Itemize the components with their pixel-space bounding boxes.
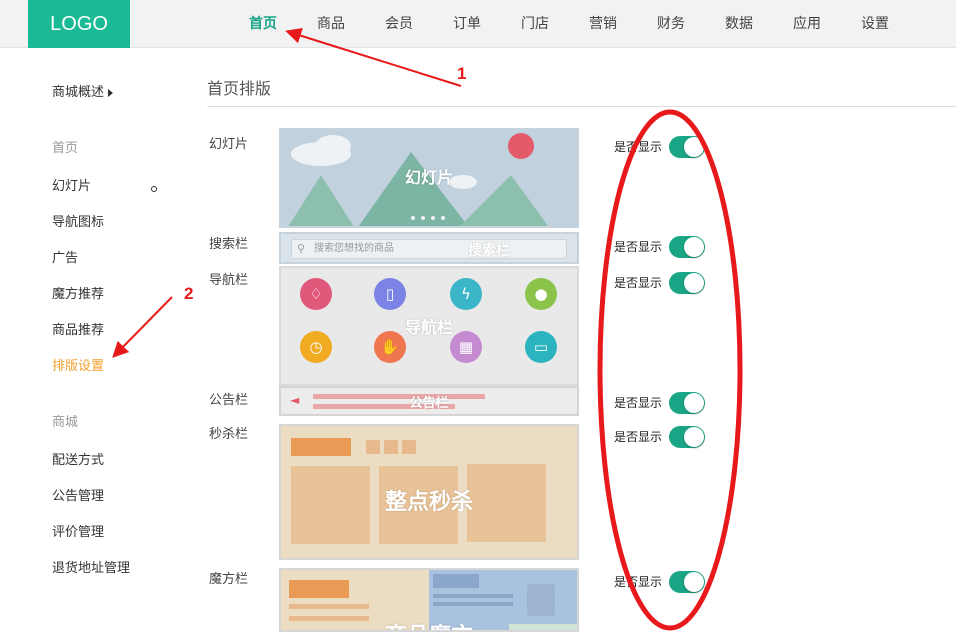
sidebar-item-return-address[interactable]: 退货地址管理: [52, 557, 130, 576]
top-navbar: LOGO 首页 商品 会员 订单 门店 营销 财务 数据 应用 设置: [0, 0, 956, 48]
sidebar-group-home: 首页: [52, 141, 79, 156]
sidebar-item-notices[interactable]: 公告管理: [52, 485, 104, 504]
countdown-block: [402, 440, 416, 454]
nav-orders[interactable]: 订单: [433, 0, 501, 48]
countdown-block: [366, 440, 380, 454]
nav-apps[interactable]: 应用: [773, 0, 841, 48]
search-preview-label: 搜索栏: [468, 243, 510, 259]
slide-preview-label: 幻灯片: [404, 168, 453, 187]
sidebar-item-slides[interactable]: 幻灯片: [52, 175, 91, 194]
magic-line: [289, 604, 369, 609]
seckill-preview-label: 整点秒杀: [384, 490, 473, 515]
sidebar-item-magic-recommend[interactable]: 魔方推荐: [52, 283, 104, 302]
show-label-slide: 是否显示: [614, 140, 663, 154]
apple-icon: ●: [525, 278, 557, 310]
seckill-title-block: [291, 438, 351, 456]
search-preview: ⚲ 搜索您想找的商品 搜索栏: [279, 232, 579, 264]
row-label-slide: 幻灯片: [209, 137, 249, 152]
phone-icon: ▯: [374, 278, 406, 310]
annotation-marker-2: 2: [184, 284, 194, 303]
toggle-search[interactable]: [669, 236, 705, 258]
magic-preview: 商品魔方: [279, 568, 579, 632]
nav-members[interactable]: 会员: [365, 0, 433, 48]
show-label-nav: 是否显示: [614, 276, 663, 290]
sidebar-item-reviews[interactable]: 评价管理: [52, 521, 104, 540]
magic-image-line: [433, 602, 513, 606]
slide-preview: 幻灯片: [279, 128, 579, 228]
page-title: 首页排版: [207, 79, 272, 98]
nav-home[interactable]: 首页: [229, 0, 297, 48]
magic-title-block: [289, 580, 349, 598]
nav-goods[interactable]: 商品: [297, 0, 365, 48]
cursor-dot: [151, 186, 157, 192]
sidebar-item-ads[interactable]: 广告: [52, 247, 78, 266]
lightning-icon: ϟ: [450, 278, 482, 310]
toggle-seckill[interactable]: [669, 426, 705, 448]
sidebar-item-delivery[interactable]: 配送方式: [52, 449, 104, 468]
divider: [207, 106, 956, 107]
toggle-magic[interactable]: [669, 571, 705, 593]
sidebar-item-overview[interactable]: 商城概述: [52, 81, 114, 100]
search-icon: ⚲: [297, 242, 306, 255]
sidebar-item-nav-icons[interactable]: 导航图标: [52, 211, 104, 230]
sidebar-item-label: 商城概述: [52, 85, 105, 100]
notice-preview-label: 公告栏: [409, 396, 449, 411]
row-label-seckill: 秒杀栏: [209, 427, 249, 442]
magic-preview-label: 商品魔方: [281, 618, 577, 630]
nav-stores[interactable]: 门店: [501, 0, 569, 48]
nav-settings[interactable]: 设置: [841, 0, 909, 48]
sidebar-item-goods-recommend[interactable]: 商品推荐: [52, 319, 104, 338]
toggle-slide[interactable]: [669, 136, 705, 158]
row-label-nav: 导航栏: [209, 273, 249, 288]
caret-right-icon: [108, 88, 114, 97]
nav-preview: ♢ ▯ ϟ ● ◷ ✋ ▦ ▭ 导航栏: [279, 266, 579, 386]
toggle-nav[interactable]: [669, 272, 705, 294]
main-nav: 首页 商品 会员 订单 门店 营销 财务 数据 应用 设置: [229, 0, 909, 48]
sidebar-item-layout-settings[interactable]: 排版设置: [52, 355, 104, 374]
toggle-notice[interactable]: [669, 392, 705, 414]
seckill-preview: 整点秒杀: [279, 424, 579, 560]
annotation-ellipse: [597, 109, 743, 631]
tag-icon: ♢: [300, 278, 332, 310]
show-label-seckill: 是否显示: [614, 430, 663, 444]
annotation-arrow-2: [112, 296, 173, 358]
show-label-magic: 是否显示: [614, 575, 663, 589]
countdown-block: [384, 440, 398, 454]
logo[interactable]: LOGO: [28, 0, 130, 48]
row-label-notice: 公告栏: [209, 393, 249, 408]
show-label-notice: 是否显示: [614, 396, 663, 410]
notice-preview: ◄ 公告栏: [279, 386, 579, 416]
magic-image-title: [433, 574, 479, 588]
nav-finance[interactable]: 财务: [637, 0, 705, 48]
nav-marketing[interactable]: 营销: [569, 0, 637, 48]
shopping-bag-icon: [527, 584, 555, 616]
show-label-search: 是否显示: [614, 240, 663, 254]
sidebar-group-mall: 商城: [52, 415, 79, 430]
row-label-magic: 魔方栏: [209, 572, 249, 587]
annotation-marker-1: 1: [457, 64, 467, 83]
nav-data[interactable]: 数据: [705, 0, 773, 48]
magic-image-line: [433, 594, 513, 598]
nav-preview-label: 导航栏: [404, 318, 453, 337]
row-label-search: 搜索栏: [209, 237, 249, 252]
